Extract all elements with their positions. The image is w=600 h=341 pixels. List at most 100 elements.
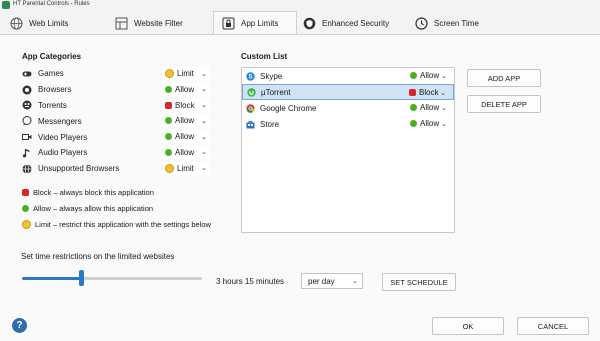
category-label: Games (38, 69, 64, 79)
block-status-icon (409, 89, 416, 96)
chevron-down-icon: ⌄ (441, 104, 447, 112)
cancel-button[interactable]: CANCEL (517, 317, 589, 335)
category-row-browsers: Browsers Allow ⌄ (19, 82, 210, 98)
tab-label: Screen Time (434, 18, 479, 28)
clock-icon (415, 16, 428, 30)
status-value: Allow (175, 147, 195, 157)
status-value: Allow (175, 116, 195, 126)
chrome-icon (246, 103, 255, 113)
category-label: Messengers (38, 116, 82, 126)
period-value: per day (308, 276, 335, 286)
allow-status-icon (165, 85, 172, 93)
category-status-dropdown[interactable]: Limit ⌄ (163, 67, 210, 80)
video-icon (22, 132, 32, 142)
globe-icon (22, 163, 32, 174)
tab-label: App Limits (241, 19, 279, 28)
add-app-button[interactable]: ADD APP (467, 69, 541, 87)
status-value: Allow (175, 132, 195, 142)
category-row-messengers: Messengers Allow ⌄ (19, 113, 210, 129)
category-list: Games Limit ⌄ Browsers Allow ⌄ Torrents Bl… (19, 66, 210, 177)
tab-web-limits[interactable]: Web Limits (10, 12, 105, 34)
allow-status-icon (410, 104, 417, 111)
custom-status-dropdown[interactable]: Allow ⌄ (408, 101, 450, 114)
allow-status-icon (410, 72, 417, 79)
skype-icon: S (246, 71, 255, 81)
status-value: Allow (175, 84, 195, 94)
category-status-dropdown[interactable]: Allow ⌄ (163, 82, 210, 96)
chevron-down-icon: ⌄ (441, 120, 447, 128)
legend-limit: Limit – restrict this application with t… (22, 220, 262, 229)
category-row-audio-players: Audio Players Allow ⌄ (19, 145, 210, 161)
category-label: Torrents (38, 100, 67, 110)
legend-block-text: Block – always block this application (33, 188, 154, 197)
gamepad-icon (22, 69, 32, 79)
svg-text:S: S (248, 74, 252, 80)
tab-website-filter[interactable]: Website Filter (115, 12, 210, 34)
slider-thumb[interactable] (78, 270, 84, 286)
lock-icon (222, 17, 235, 30)
category-status-dropdown[interactable]: Block ⌄ (163, 98, 210, 112)
allow-status-icon (165, 117, 172, 125)
custom-row-google-chrome[interactable]: Google Chrome Allow ⌄ (242, 100, 454, 116)
allow-status-icon (410, 120, 417, 127)
custom-app-label: Store (260, 119, 280, 129)
category-status-dropdown[interactable]: Allow ⌄ (163, 114, 210, 128)
tab-enhanced-security[interactable]: Enhanced Security (303, 12, 408, 34)
legend-allow: Allow – always allow this application (22, 204, 262, 213)
delete-app-button[interactable]: DELETE APP (467, 95, 541, 113)
category-label: Browsers (38, 85, 72, 95)
help-icon[interactable]: ? (12, 318, 27, 333)
period-dropdown[interactable]: per day ⌄ (301, 273, 363, 289)
allow-status-icon (165, 133, 172, 141)
block-status-icon (165, 101, 172, 109)
block-status-icon (22, 189, 29, 196)
app-categories-heading: App Categories (22, 52, 82, 61)
custom-row-skype[interactable]: S Skype Allow ⌄ (242, 68, 454, 84)
allow-status-icon (22, 205, 29, 212)
custom-status-dropdown[interactable]: Allow ⌄ (408, 69, 450, 82)
time-value: 3 hours 15 minutes (216, 277, 285, 286)
category-row-video-players: Video Players Allow ⌄ (19, 129, 210, 145)
time-slider[interactable] (22, 270, 202, 286)
custom-row-store[interactable]: Store Allow ⌄ (242, 116, 454, 132)
tab-app-limits[interactable]: App Limits (213, 11, 297, 35)
tab-label: Website Filter (134, 18, 183, 28)
chevron-down-icon: ⌄ (201, 149, 207, 157)
slider-fill (22, 277, 82, 280)
chevron-down-icon: ⌄ (201, 117, 207, 125)
limit-status-icon (22, 220, 31, 229)
custom-status-dropdown[interactable]: Allow ⌄ (408, 117, 450, 130)
tab-label: Web Limits (29, 18, 69, 28)
custom-status-dropdown[interactable]: Block ⌄ (407, 86, 449, 99)
status-value: Allow (420, 71, 440, 80)
app-logo-icon (2, 1, 10, 9)
limit-status-icon (165, 69, 174, 78)
tab-screen-time[interactable]: Screen Time (415, 12, 505, 34)
category-status-dropdown[interactable]: Allow ⌄ (163, 145, 210, 159)
category-label: Unsupported Browsers (38, 164, 120, 174)
utorrent-icon (247, 87, 256, 97)
allow-status-icon (165, 148, 172, 156)
category-row-games: Games Limit ⌄ (19, 66, 210, 82)
time-restriction-label: Set time restrictions on the limited web… (21, 252, 175, 261)
filter-grid-icon (115, 17, 128, 30)
custom-app-label: Skype (260, 71, 283, 81)
legend-allow-text: Allow – always allow this application (33, 204, 154, 213)
custom-list-heading: Custom List (241, 52, 288, 61)
title-bar: HT Parental Controls - Rules (0, 0, 600, 10)
category-label: Video Players (38, 132, 88, 142)
tab-label: Enhanced Security (322, 18, 390, 28)
custom-app-list: S Skype Allow ⌄ µTorrent Block ⌄ Google Ch… (241, 67, 455, 233)
music-icon (22, 148, 32, 158)
limit-status-icon (165, 163, 174, 173)
chevron-down-icon: ⌄ (352, 278, 358, 285)
window-title: HT Parental Controls - Rules (13, 1, 90, 7)
set-schedule-button[interactable]: SET SCHEDULE (382, 273, 456, 291)
chat-icon (22, 116, 32, 126)
category-status-dropdown[interactable]: Allow ⌄ (163, 130, 210, 144)
category-status-dropdown[interactable]: Limit ⌄ (163, 161, 210, 175)
custom-row-utorrent[interactable]: µTorrent Block ⌄ (242, 84, 454, 100)
ok-button[interactable]: OK (432, 317, 504, 335)
chevron-down-icon: ⌄ (440, 89, 446, 97)
status-value: Allow (420, 103, 440, 112)
